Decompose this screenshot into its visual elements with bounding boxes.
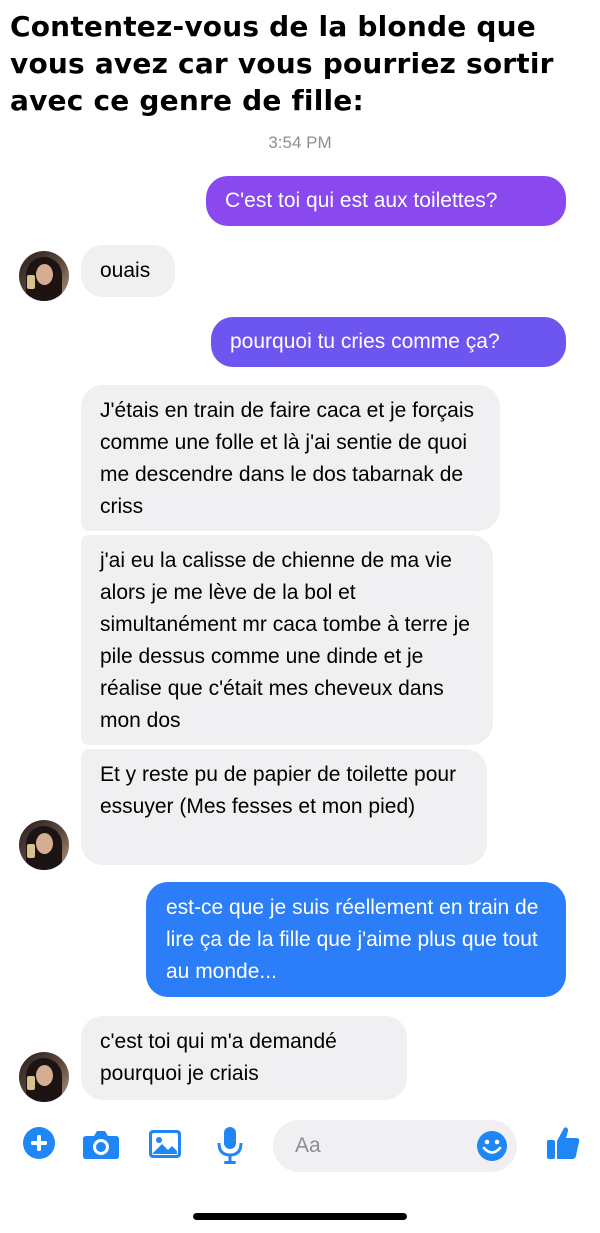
received-message[interactable]: Et y reste pu de papier de toilette pour… (81, 749, 487, 865)
message-timestamp: 3:54 PM (268, 133, 332, 152)
microphone-icon[interactable] (215, 1125, 245, 1170)
received-message[interactable]: j'ai eu la calisse de chienne de ma vie … (81, 535, 493, 745)
image-icon[interactable] (148, 1129, 182, 1164)
contact-avatar[interactable] (19, 1052, 69, 1102)
emoji-icon[interactable] (476, 1130, 508, 1167)
received-message[interactable]: ouais (81, 245, 175, 297)
received-message[interactable]: J'étais en train de faire caca et je for… (81, 385, 500, 531)
thumbs-up-icon[interactable] (545, 1125, 581, 1166)
received-message[interactable]: c'est toi qui m'a demandé pourquoi je cr… (81, 1016, 407, 1100)
contact-avatar[interactable] (19, 820, 69, 870)
plus-icon[interactable] (22, 1126, 56, 1165)
meme-caption: Contentez-vous de la blonde que vous ave… (10, 10, 554, 117)
contact-avatar[interactable] (19, 251, 69, 301)
composer-placeholder: Aa (295, 1134, 321, 1157)
home-indicator (193, 1213, 407, 1220)
sent-message[interactable]: C'est toi qui est aux toilettes? (206, 176, 566, 226)
sent-message[interactable]: est-ce que je suis réellement en train d… (146, 882, 566, 997)
sent-message[interactable]: pourquoi tu cries comme ça? (211, 317, 566, 367)
message-composer[interactable]: Aa (273, 1120, 517, 1172)
camera-icon[interactable] (82, 1128, 120, 1165)
